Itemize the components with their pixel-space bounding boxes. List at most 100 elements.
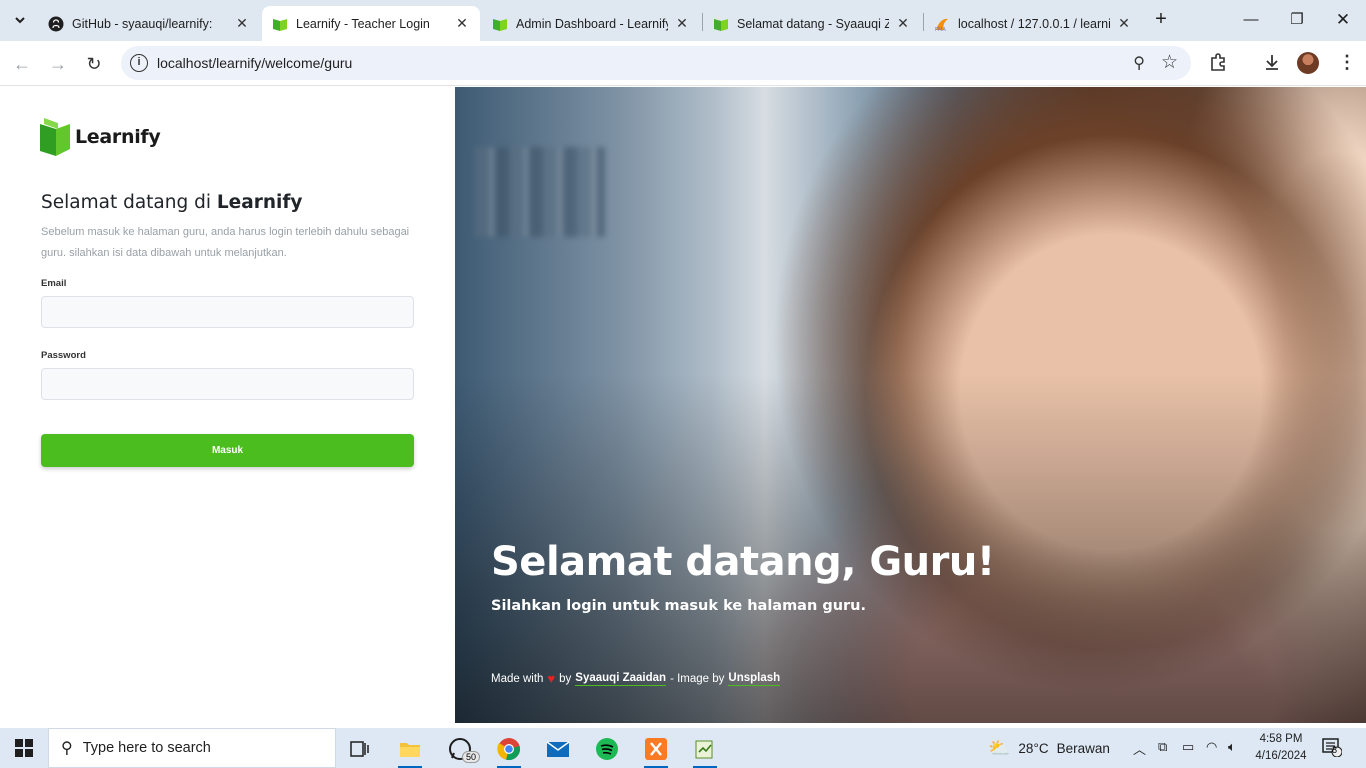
close-icon[interactable]: ✕ [895,15,911,32]
unsplash-link[interactable]: Unsplash [728,672,781,686]
close-icon[interactable]: ✕ [674,15,690,32]
heading-prefix: Selamat datang di [41,192,211,213]
windows-taskbar: ⚲ Type here to search 50 ⛅ 28°C Berawan … [0,728,1366,768]
tab-phpmyadmin[interactable]: PMA localhost / 127.0.0.1 / learnif ✕ [924,6,1142,41]
close-window-button[interactable]: ✕ [1320,6,1366,34]
extensions-icon[interactable] [1208,52,1228,77]
author-link[interactable]: Syaauqi Zaaidan [575,672,667,686]
github-icon [48,16,64,31]
page-content: Learnify Selamat datang di Learnify Sebe… [0,87,1366,723]
start-button[interactable] [0,728,48,768]
site-info-icon[interactable]: i [130,54,148,72]
address-bar[interactable]: i localhost/learnify/welcome/guru ⚲ ☆ [121,46,1191,80]
download-icon[interactable] [1262,52,1282,77]
tab-teacher-login[interactable]: Learnify - Teacher Login ✕ [262,6,480,41]
taskbar-chrome[interactable] [489,733,529,768]
notification-count: 8 [1332,745,1338,755]
phpmyadmin-icon: PMA [935,18,948,32]
menu-dots-icon[interactable]: ⋮ [1338,52,1356,73]
learnify-icon [273,18,287,31]
minimize-button[interactable]: — [1228,6,1274,34]
weather-widget[interactable]: ⛅ 28°C Berawan [988,738,1110,759]
hero-subtitle: Silahkan login untuk masuk ke halaman gu… [491,598,867,614]
taskbar-xampp[interactable] [636,733,676,768]
spotify-icon [596,738,618,760]
taskbar-whatsapp[interactable]: 50 [440,733,480,765]
clock-time: 4:58 PM [1259,733,1303,745]
login-panel: Learnify Selamat datang di Learnify Sebe… [0,87,455,723]
credit-image-by: - Image by [670,672,725,685]
tab-title: Admin Dashboard - Learnify [516,16,668,31]
password-field[interactable] [41,368,414,400]
browser-toolbar: ← → ↻ i localhost/learnify/welcome/guru … [0,41,1366,86]
welcome-heading: Selamat datang di Learnify [41,192,302,213]
bookmark-star-icon[interactable]: ☆ [1161,51,1178,74]
url-text[interactable]: localhost/learnify/welcome/guru [157,55,352,71]
weather-description: Berawan [1056,741,1110,756]
volume-icon[interactable]: 🔈︎ [1228,739,1236,755]
chrome-icon [497,738,520,760]
folder-icon [400,743,420,757]
tab-search-button[interactable] [8,8,32,32]
show-hidden-icons-chevron-icon[interactable]: ︿ [1133,739,1146,758]
taskbar-search[interactable]: ⚲ Type here to search [48,728,336,768]
taskbar-notepad-app[interactable] [685,733,725,768]
reload-button[interactable]: ↻ [80,50,108,78]
back-button[interactable]: ← [8,50,36,78]
weather-temperature: 28°C [1018,741,1049,756]
email-field[interactable] [41,296,414,328]
close-icon[interactable]: ✕ [454,15,470,32]
task-view-icon [350,741,369,757]
zoom-icon[interactable]: ⚲ [1133,53,1145,73]
whatsapp-badge: 50 [461,751,480,763]
credit-line: Made with ♥ by Syaauqi Zaaidan - Image b… [491,671,781,686]
system-clock[interactable]: 4:58 PM 4/16/2024 [1252,731,1310,765]
new-tab-button[interactable]: + [1150,9,1172,31]
search-icon: ⚲ [61,740,73,757]
windows-logo-icon [15,739,33,757]
battery-icon[interactable]: ▭ [1182,739,1194,755]
tab-title: GitHub - syaauqi/learnify: [72,16,213,31]
clock-date: 4/16/2024 [1255,750,1307,762]
tab-title: localhost / 127.0.0.1 / learnif [958,16,1110,31]
credit-by: by [559,672,572,685]
tab-strip: GitHub - syaauqi/learnify: ✕ Learnify - … [0,0,1366,41]
learnify-icon [493,18,507,31]
cloud-sun-icon: ⛅ [988,738,1011,758]
hero-image-panel: Selamat datang, Guru! Silahkan login unt… [455,87,1366,723]
login-button[interactable]: Masuk [41,434,414,467]
tab-admin-dashboard[interactable]: Admin Dashboard - Learnify ✕ [482,6,700,41]
brand-logo[interactable]: Learnify [40,118,161,156]
restore-button[interactable]: ❐ [1274,6,1320,34]
tab-github[interactable]: GitHub - syaauqi/learnify: ✕ [38,6,260,41]
profile-avatar[interactable] [1297,52,1319,74]
password-label: Password [41,350,86,361]
taskbar-spotify[interactable] [587,733,627,765]
login-description: Sebelum masuk ke halaman guru, anda haru… [41,226,410,259]
email-label: Email [41,278,67,289]
meet-now-icon[interactable]: ⧉ [1158,739,1167,755]
close-icon[interactable]: ✕ [1116,15,1132,32]
tab-title: Learnify - Teacher Login [296,16,430,31]
hero-overlay [455,87,1366,723]
close-icon[interactable]: ✕ [234,15,250,32]
heart-icon: ♥ [547,671,556,686]
taskbar-mail[interactable] [538,733,578,765]
notification-center-button[interactable]: 8 [1322,737,1343,762]
chevron-down-icon [15,17,25,24]
svg-text:PMA: PMA [935,27,946,32]
learnify-logo-icon [40,118,70,156]
hero-title: Selamat datang, Guru! [491,539,995,585]
search-placeholder: Type here to search [82,740,211,756]
taskbar-file-explorer[interactable] [390,733,430,768]
learnify-icon [714,18,728,31]
forward-button[interactable]: → [44,50,72,78]
task-view-button[interactable] [340,733,380,765]
credit-made-with: Made with [491,672,544,685]
tab-title: Selamat datang - Syaauqi Za [737,16,889,31]
heading-brand: Learnify [216,192,303,213]
brand-name: Learnify [75,126,161,148]
wifi-icon[interactable]: ◠ [1206,739,1217,755]
notepad-icon [695,740,713,759]
tab-selamat-datang[interactable]: Selamat datang - Syaauqi Za ✕ [703,6,921,41]
